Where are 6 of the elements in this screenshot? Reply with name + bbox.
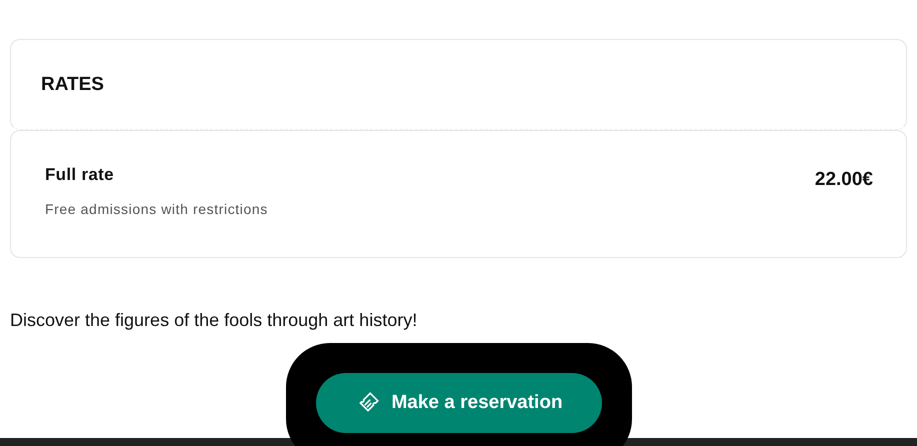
rate-name: Full rate: [45, 165, 115, 185]
rate-note: Free admissions with restrictions: [45, 201, 268, 217]
rate-price: 22.00€: [814, 169, 873, 192]
rates-title: RATES: [41, 74, 104, 96]
description: Discover the figures of the fools through art history!: [10, 310, 418, 331]
reservation-button[interactable]: Make a reservation: [316, 373, 602, 433]
